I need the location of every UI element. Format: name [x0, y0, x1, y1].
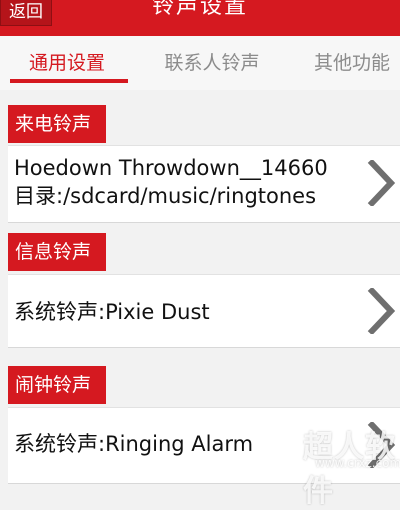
chevron-right-icon	[367, 160, 396, 206]
watermark: 超人软件 www.crxz.com	[245, 420, 400, 509]
tab-other-functions[interactable]: 其他功能	[285, 48, 400, 78]
call-ringtone-name: Hoedown Throwdown__14660	[14, 156, 328, 180]
title-bar: 铃声设置 返回	[0, 0, 400, 36]
call-ringtone-row[interactable]: Hoedown Throwdown__14660 目录:/sdcard/musi…	[8, 145, 400, 223]
message-ringtone-name: 系统铃声:Pixie Dust	[14, 300, 210, 324]
active-tab-indicator	[10, 79, 128, 83]
tab-contact-ringtones[interactable]: 联系人铃声	[145, 48, 279, 78]
watermark-url: www.crxz.com	[315, 456, 400, 470]
chevron-right-icon	[367, 288, 396, 334]
tab-general-settings[interactable]: 通用设置	[0, 48, 134, 78]
section-header-message-ringtone: 信息铃声	[8, 233, 106, 271]
watermark-logo-icon	[255, 424, 299, 468]
section-header-alarm-ringtone: 闹钟铃声	[8, 366, 106, 404]
call-ringtone-directory: 目录:/sdcard/music/ringtones	[14, 184, 317, 208]
section-header-call-ringtone: 来电铃声	[8, 105, 106, 143]
message-ringtone-row[interactable]: 系统铃声:Pixie Dust	[8, 274, 400, 348]
page-title: 铃声设置	[151, 0, 248, 19]
tab-bar: 通用设置 联系人铃声 其他功能	[0, 36, 400, 90]
alarm-ringtone-name: 系统铃声:Ringing Alarm	[14, 432, 254, 456]
back-button[interactable]: 返回	[0, 0, 52, 26]
